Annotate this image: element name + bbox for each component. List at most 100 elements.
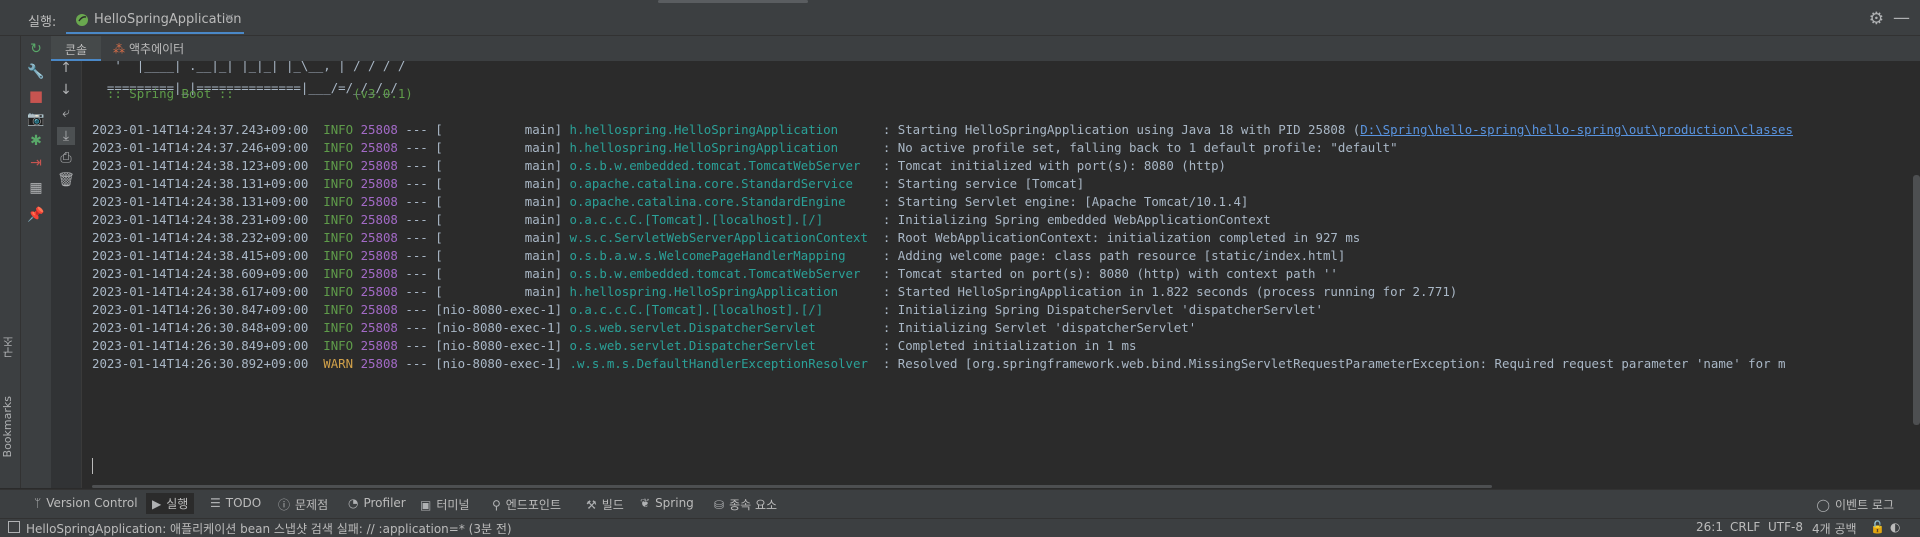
soft-wrap-icon[interactable]: ⤶ bbox=[57, 104, 75, 122]
spring-icon: ❦ bbox=[640, 496, 651, 510]
console-output[interactable]: ' |____| .__|_| |_|_| |_\__, | / / / / =… bbox=[82, 61, 1920, 488]
tool-button-branch[interactable]: ᛘ Version Control bbox=[34, 496, 138, 510]
structure-tab[interactable]: 구조 bbox=[1, 336, 17, 358]
log-logger: w.s.c.ServletWebServerApplicationContext bbox=[569, 230, 876, 245]
camera-icon[interactable]: 📷 bbox=[27, 110, 45, 128]
stop-icon[interactable]: ■ bbox=[27, 87, 45, 105]
wrench-icon[interactable]: 🔧 bbox=[27, 63, 45, 81]
event-log-label: 이벤트 로그 bbox=[1834, 498, 1894, 512]
debug-icon[interactable]: ✱ bbox=[27, 132, 45, 150]
log-message: : Starting Servlet engine: [Apache Tomca… bbox=[882, 194, 1249, 209]
line-ending[interactable]: CRLF bbox=[1730, 520, 1760, 534]
log-timestamp: 2023-01-14T14:26:30.892+09:00 bbox=[92, 356, 309, 371]
tool-button-label: Profiler bbox=[363, 496, 406, 510]
log-separator: --- bbox=[405, 212, 428, 227]
log-thread: [nio-8080-exec-1] bbox=[435, 320, 563, 335]
tool-button-label: 빌드 bbox=[601, 498, 624, 512]
log-separator: --- bbox=[405, 122, 428, 137]
spring-boot-run-icon bbox=[76, 14, 88, 26]
tool-button-spring[interactable]: ❦ Spring bbox=[640, 496, 694, 510]
log-level: INFO bbox=[323, 122, 354, 137]
bookmarks-tab[interactable]: Bookmarks bbox=[1, 396, 14, 457]
log-timestamp: 2023-01-14T14:26:30.849+09:00 bbox=[92, 338, 309, 353]
gear-icon[interactable]: ⚙ bbox=[1869, 9, 1884, 29]
log-logger: o.apache.catalina.core.StandardEngine bbox=[569, 194, 876, 209]
log-level: INFO bbox=[323, 158, 354, 173]
log-message: : Resolved [org.springframework.web.bind… bbox=[882, 356, 1786, 371]
log-thread: [ main] bbox=[435, 176, 563, 191]
log-logger: h.hellospring.HelloSpringApplication bbox=[569, 122, 876, 137]
indent-setting[interactable]: 4개 공백 bbox=[1812, 520, 1857, 537]
log-pid: 25808 bbox=[360, 284, 398, 299]
log-thread: [ main] bbox=[435, 248, 563, 263]
endpoints-icon: ⚲ bbox=[492, 498, 501, 512]
run-config-tab[interactable]: HelloSpringApplication × bbox=[66, 6, 244, 34]
log-thread: [nio-8080-exec-1] bbox=[435, 338, 563, 353]
log-message: : Tomcat initialized with port(s): 8080 … bbox=[882, 158, 1226, 173]
horizontal-scrollbar[interactable] bbox=[92, 485, 1492, 488]
run-label: 실행: bbox=[28, 15, 57, 30]
log-level: WARN bbox=[323, 356, 354, 371]
log-separator: --- bbox=[405, 266, 428, 281]
problems-icon: ⓘ bbox=[278, 498, 291, 512]
log-level: INFO bbox=[323, 320, 354, 335]
minimize-icon[interactable]: — bbox=[1893, 8, 1910, 28]
tab-console[interactable]: 콘솔 bbox=[51, 36, 101, 61]
tab-actuator[interactable]: ⁂ 액추에이터 bbox=[113, 40, 184, 57]
log-pid: 25808 bbox=[360, 158, 398, 173]
banner-line: ' |____| .__|_| |_|_| |_\__, | / / / / bbox=[92, 61, 406, 73]
window-icon[interactable] bbox=[8, 521, 20, 533]
tool-button-run[interactable]: ▶ 실행 bbox=[146, 493, 195, 514]
log-thread: [ main] bbox=[435, 230, 563, 245]
log-timestamp: 2023-01-14T14:24:37.246+09:00 bbox=[92, 140, 309, 155]
log-message: : Initializing Servlet 'dispatcherServle… bbox=[882, 320, 1197, 335]
close-icon[interactable]: × bbox=[224, 11, 235, 26]
tool-button-dependencies[interactable]: ⛁ 종속 요소 bbox=[714, 496, 777, 513]
log-separator: --- bbox=[405, 176, 428, 191]
tool-button-todo[interactable]: ☰ TODO bbox=[210, 496, 261, 510]
git-icon[interactable]: ◐ bbox=[1890, 520, 1900, 534]
print-icon[interactable]: ⎙ bbox=[57, 149, 75, 167]
trash-icon[interactable]: 🗑 bbox=[57, 171, 75, 189]
layout-icon[interactable]: ▦ bbox=[27, 179, 45, 197]
log-pid: 25808 bbox=[360, 356, 398, 371]
scroll-to-end-icon[interactable]: ⤓ bbox=[57, 127, 75, 145]
lock-icon[interactable]: 🔓 bbox=[1870, 520, 1885, 534]
log-level: INFO bbox=[323, 230, 354, 245]
run-icon: ▶ bbox=[152, 497, 162, 511]
spring-boot-version: :: Spring Boot :: (v3.0.1) bbox=[92, 86, 413, 101]
log-level: INFO bbox=[323, 338, 354, 353]
scroll-up-icon[interactable]: ↑ bbox=[57, 59, 75, 77]
pin-icon[interactable]: 📌 bbox=[27, 206, 45, 224]
tab-console-label: 콘솔 bbox=[65, 43, 88, 57]
scroll-down-icon[interactable]: ↓ bbox=[57, 81, 75, 99]
log-level: INFO bbox=[323, 194, 354, 209]
log-separator: --- bbox=[405, 302, 428, 317]
log-path-link[interactable]: D:\Spring\hello-spring\hello-spring\out\… bbox=[1360, 122, 1793, 137]
event-log-button[interactable]: ◯ 이벤트 로그 bbox=[1817, 496, 1894, 513]
rerun-icon[interactable]: ↻ bbox=[27, 40, 45, 58]
log-separator: --- bbox=[405, 248, 428, 263]
exit-icon[interactable]: ⇥ bbox=[27, 154, 45, 172]
log-timestamp: 2023-01-14T14:26:30.848+09:00 bbox=[92, 320, 309, 335]
tool-button-problems[interactable]: ⓘ 문제점 bbox=[278, 496, 328, 513]
tool-button-build[interactable]: ⚒ 빌드 bbox=[586, 496, 624, 513]
tool-button-profiler[interactable]: ◔ Profiler bbox=[348, 496, 406, 510]
vertical-scrollbar[interactable] bbox=[1913, 175, 1920, 425]
log-pid: 25808 bbox=[360, 302, 398, 317]
caret-position[interactable]: 26:1 bbox=[1696, 520, 1723, 534]
log-pid: 25808 bbox=[360, 122, 398, 137]
branch-icon: ᛘ bbox=[34, 496, 42, 510]
log-separator: --- bbox=[405, 356, 428, 371]
log-pid: 25808 bbox=[360, 248, 398, 263]
status-message[interactable]: HelloSpringApplication: 애플리케이션 bean 스냅샷 … bbox=[26, 520, 512, 537]
log-logger: o.s.b.w.embedded.tomcat.TomcatWebServer bbox=[569, 158, 876, 173]
tool-button-terminal[interactable]: ▣ 터미널 bbox=[420, 496, 469, 513]
text-cursor bbox=[92, 458, 93, 474]
tool-button-endpoints[interactable]: ⚲ 엔드포인트 bbox=[492, 496, 561, 513]
log-logger: o.apache.catalina.core.StandardService bbox=[569, 176, 876, 191]
log-timestamp: 2023-01-14T14:24:38.415+09:00 bbox=[92, 248, 309, 263]
file-encoding[interactable]: UTF-8 bbox=[1768, 520, 1803, 534]
log-message: : No active profile set, falling back to… bbox=[882, 140, 1398, 155]
log-timestamp: 2023-01-14T14:24:38.609+09:00 bbox=[92, 266, 309, 281]
